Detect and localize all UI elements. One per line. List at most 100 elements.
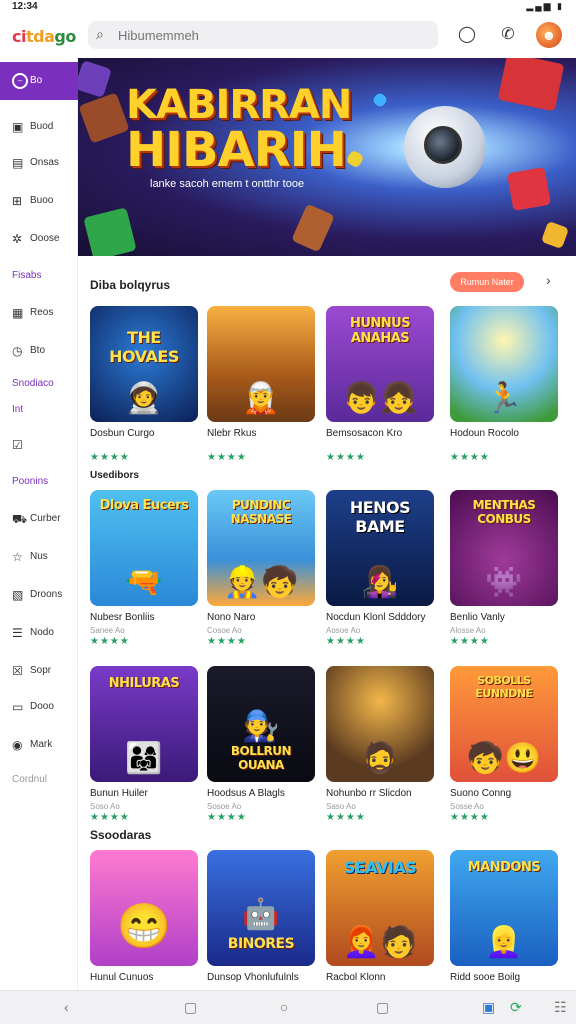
game-card[interactable]: 🧔 Nohunbo rr Slicdon Saso Ao ★★★★	[326, 666, 434, 823]
shop-icon: ☒	[12, 664, 23, 678]
sidebar-item-dooo[interactable]: ▭ Dooo	[0, 688, 78, 726]
game-card[interactable]: PUNDINC NASNASE 👷🧒 Nono Naro Cosoe Ao ★★…	[207, 490, 315, 647]
search-input[interactable]	[118, 25, 418, 45]
sidebar-item-mark[interactable]: ◉ Mark	[0, 726, 78, 764]
sidebar-item-buod[interactable]: ▣ Buod	[0, 108, 78, 146]
game-thumbnail: 🧝	[207, 306, 315, 422]
game-thumbnail: HUNNUS ANAHAS 👦👧	[326, 306, 434, 422]
robot-eye	[424, 126, 462, 164]
game-card[interactable]: MANDONS 👱‍♀️ Ridd sooe Boilg	[450, 850, 558, 983]
app-icon[interactable]: ▣	[482, 999, 495, 1016]
cart-icon: ⛟	[12, 512, 28, 526]
see-more-button[interactable]: Rumun Nater	[450, 272, 524, 292]
messenger-icon[interactable]: ✆	[495, 22, 521, 48]
sidebar-item-label: Nus	[30, 551, 48, 562]
chat-icon[interactable]: ◯	[454, 22, 480, 48]
sidebar-item-check[interactable]: ☑	[0, 426, 78, 464]
game-card[interactable]: SEAVIAS 👩‍🦰🧑 Racbol Klonn	[326, 850, 434, 983]
dice-decoration	[83, 207, 137, 256]
section-title: Usedibors	[90, 470, 139, 481]
game-thumbnail: 🧔	[326, 666, 434, 782]
dice-decoration	[497, 58, 565, 112]
sidebar-item-nus[interactable]: ☆ Nus	[0, 538, 78, 576]
game-meta: Alosse Ao	[450, 626, 486, 635]
game-art-characters: 🧒😃	[466, 742, 542, 775]
game-card[interactable]: MENTHAS CONBUS 👾 Benlio Vanly Alosse Ao …	[450, 490, 558, 647]
chevron-right-icon[interactable]: ›	[546, 272, 551, 288]
app-logo[interactable]: citdago	[12, 27, 76, 46]
recents-icon[interactable]: ▢	[184, 999, 197, 1016]
game-card[interactable]: NHILURAS 👨‍👩‍👧 Bunun Huiler Soso Ao ★★★★	[90, 666, 198, 823]
chart-icon: ▤	[12, 156, 24, 170]
game-thumbnail: THE HOVAES 🧑‍🚀	[90, 306, 198, 422]
game-rating: ★★★★	[207, 636, 247, 647]
game-art-characters: 😁	[116, 902, 172, 951]
sidebar-item-reos[interactable]: ▦ Reos	[0, 294, 78, 332]
game-art-characters: 🏃	[485, 382, 523, 415]
sidebar-item-label: Droons	[30, 589, 63, 600]
game-card[interactable]: 🏃 Hodoun Rocolo ★★★★	[450, 306, 558, 463]
dice-decoration	[78, 92, 130, 144]
game-card[interactable]: HUNNUS ANAHAS 👦👧 Bemsosacon Kro ★★★★	[326, 306, 434, 463]
game-meta: Cosoe Ao	[207, 626, 242, 635]
gamepad-icon: ⊞	[12, 194, 23, 208]
game-art-characters: 👩‍🦰🧑	[342, 926, 418, 959]
sidebar-item-label: Bo	[30, 75, 43, 86]
banner-title-line2: HIBARIH	[126, 122, 347, 178]
square-icon[interactable]: ▢	[376, 999, 389, 1016]
sidebar-item-label: Ooose	[30, 233, 60, 244]
sidebar-item-bto[interactable]: ◷ Bto	[0, 332, 78, 370]
card-icon: ▭	[12, 700, 24, 714]
game-rating: ★★★★	[326, 812, 366, 823]
back-icon[interactable]: ‹	[64, 999, 69, 1015]
game-thumbnail: HENOS BAME 👩‍🎤	[326, 490, 434, 606]
sidebar-item-nodo[interactable]: ☰ Nodo	[0, 614, 78, 652]
game-meta: Soso Ao	[90, 802, 120, 811]
search-bar[interactable]: ⌕	[88, 21, 438, 49]
sidebar-item-label: Dooo	[30, 701, 54, 712]
game-thumbnail: SOBOLLS EUNNDNE 🧒😃	[450, 666, 558, 782]
game-title: Hodoun Rocolo	[450, 428, 519, 439]
sidebar-item-buoo[interactable]: ⊞ Buoo	[0, 182, 78, 220]
game-card[interactable]: THE HOVAES 🧑‍🚀 Dosbun Curgo ★★★★	[90, 306, 198, 463]
dice-decoration	[371, 91, 389, 109]
game-art-title: BINORES	[227, 936, 295, 952]
game-rating: ★★★★	[450, 636, 490, 647]
home-icon[interactable]: ○	[280, 999, 288, 1015]
game-title: Dosbun Curgo	[90, 428, 155, 439]
game-card[interactable]: HENOS BAME 👩‍🎤 Nocdun Klonl Sdddory Aoso…	[326, 490, 434, 647]
game-card[interactable]: 🧑‍🔧 BOLLRUN OUANA Hoodsus A Blagls Sosoe…	[207, 666, 315, 823]
sidebar-item-label: Mark	[30, 739, 53, 750]
game-title: Dunsop Vhonlufulnls	[207, 972, 299, 983]
sidebar-item-onsas[interactable]: ▤ Onsas	[0, 144, 78, 182]
bag-icon[interactable]: ☷	[554, 999, 567, 1016]
sidebar-item-label: Buoo	[30, 195, 54, 206]
game-title: Nocdun Klonl Sdddory	[326, 612, 426, 623]
game-art-characters: 🧔	[361, 742, 399, 775]
game-art-title: THE HOVAES	[109, 328, 179, 366]
sidebar-item-droons[interactable]: ▧ Droons	[0, 576, 78, 614]
game-rating: ★★★★	[326, 452, 366, 463]
game-card[interactable]: 🤖 BINORES Dunsop Vhonlufulnls	[207, 850, 315, 983]
game-thumbnail: 🏃	[450, 306, 558, 422]
game-card[interactable]: SOBOLLS EUNNDNE 🧒😃 Suono Conng Sosse Ao …	[450, 666, 558, 823]
game-card[interactable]: 😁 Hunul Cunuos	[90, 850, 198, 983]
game-card[interactable]: Dlova Eucers 🔫 Nubesr Bonliis Sanee Ao ★…	[90, 490, 198, 647]
game-title: Nlebr Rkus	[207, 428, 257, 439]
hero-banner[interactable]: KABIRRAN HIBARIH lanke sacoh emem t ontt…	[78, 58, 576, 256]
dice-decoration	[78, 60, 112, 98]
dice-decoration	[291, 203, 335, 253]
game-art-characters: 🧑‍🔧	[242, 710, 280, 743]
game-thumbnail: NHILURAS 👨‍👩‍👧	[90, 666, 198, 782]
avatar[interactable]: ☻	[536, 22, 562, 48]
game-thumbnail: 🤖 BINORES	[207, 850, 315, 966]
sidebar-section-header: Snodiaco	[12, 378, 54, 389]
sidebar-item-ooose[interactable]: ✲ Ooose	[0, 220, 78, 258]
sidebar-section-header: Cordnul	[12, 774, 48, 785]
status-icons: ▂▄▆ ▮	[526, 1, 564, 11]
sidebar-item-home[interactable]: – Bo	[0, 62, 78, 100]
sidebar-item-curber[interactable]: ⛟ Curber	[0, 500, 78, 538]
sidebar-item-sopr[interactable]: ☒ Sopr	[0, 652, 78, 690]
refresh-icon[interactable]: ⟳	[510, 999, 522, 1016]
game-card[interactable]: 🧝 Nlebr Rkus ★★★★	[207, 306, 315, 463]
